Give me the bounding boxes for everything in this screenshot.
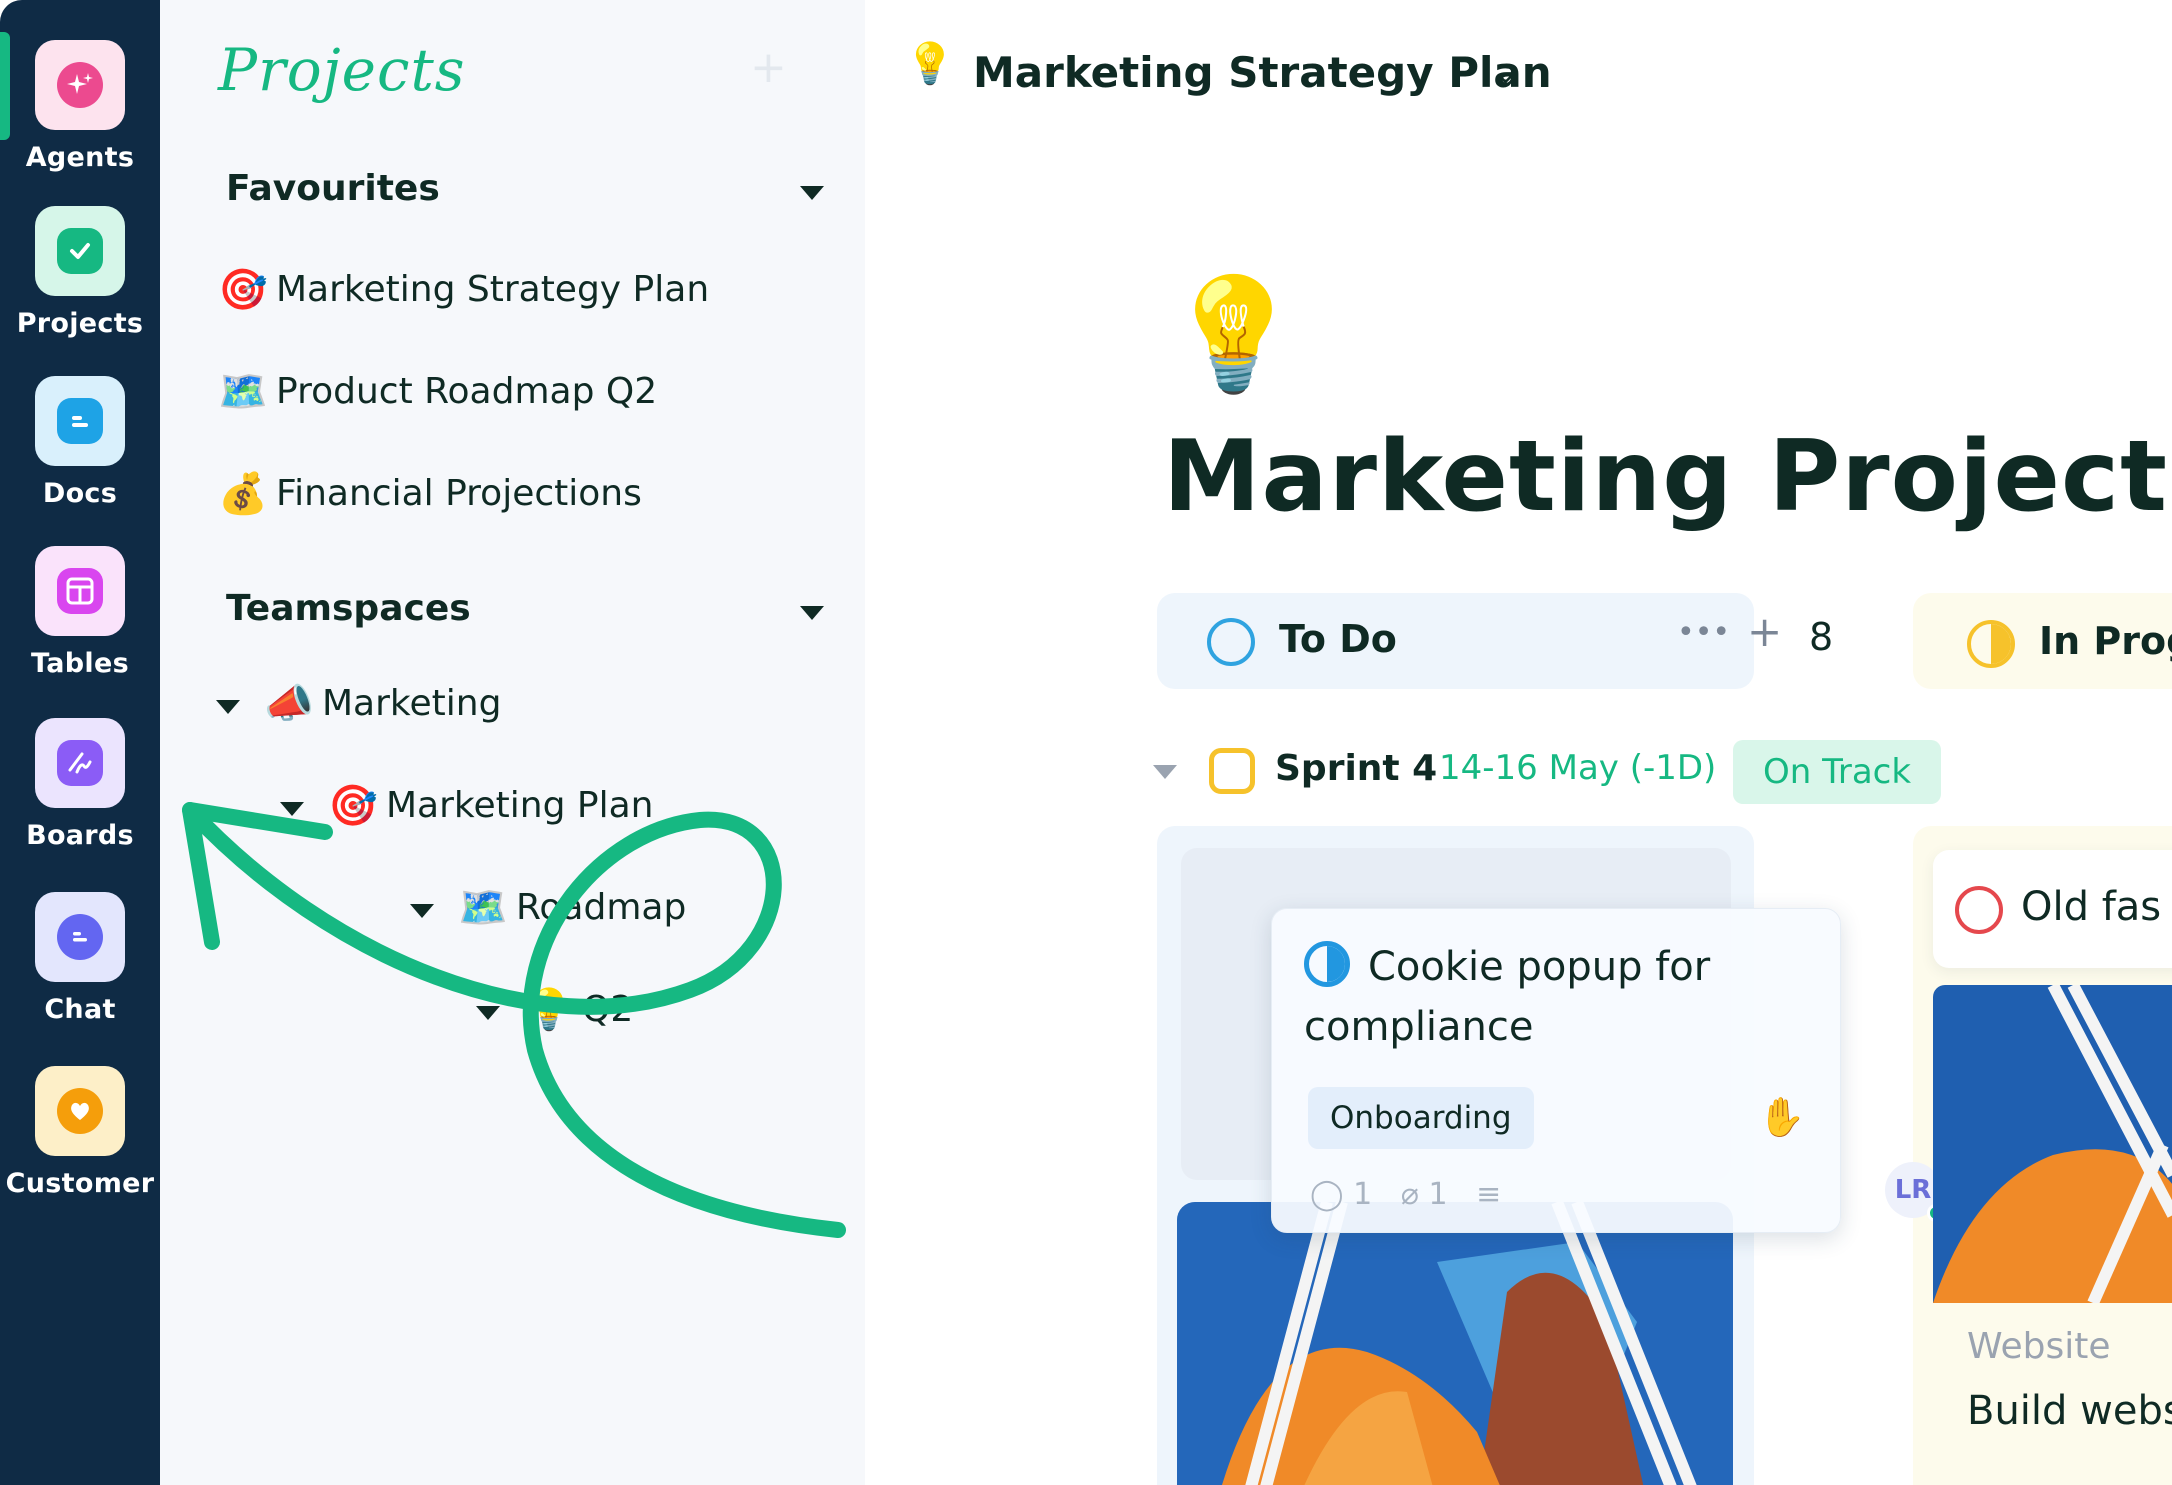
- table-icon: [57, 568, 103, 614]
- tree-caret-icon[interactable]: [476, 1006, 500, 1020]
- projects-sidebar: Projects + Favourites 🎯 Marketing Strate…: [160, 0, 865, 1485]
- tree-caret-icon[interactable]: [216, 700, 240, 714]
- sprint-status-icon: [1209, 748, 1255, 794]
- red-status-icon: [1955, 886, 2003, 934]
- tree-item-marketing-plan[interactable]: 🎯 Marketing Plan: [328, 782, 653, 829]
- favourites-header[interactable]: Favourites: [226, 168, 440, 209]
- favourite-label: Product Roadmap Q2: [276, 371, 658, 412]
- sprint-name[interactable]: Sprint 4: [1275, 748, 1437, 789]
- column-label: To Do: [1279, 617, 1397, 661]
- map-icon: 🗺️: [458, 885, 508, 931]
- tree-item-marketing[interactable]: 📣 Marketing: [264, 680, 501, 727]
- column-count: 8: [1809, 615, 1834, 659]
- sprint-status-badge[interactable]: On Track: [1733, 740, 1941, 804]
- sidebar-title: Projects: [218, 36, 466, 104]
- rail-label: Customer: [5, 1168, 155, 1199]
- main-content: 💡 Marketing Strategy Plan ⌄ 💡 Marketing …: [865, 0, 2172, 1485]
- card-title: Build webs campaign: [1967, 1388, 2172, 1434]
- tree-item-q2[interactable]: 💡 Q2: [524, 986, 633, 1033]
- tree-item-label: Marketing: [322, 683, 502, 724]
- attachment-count: 1: [1428, 1177, 1448, 1212]
- rail-item-customer[interactable]: Customer: [0, 1066, 160, 1199]
- app-window: Agents Projects Docs Tables Boards Chat …: [0, 0, 2172, 1485]
- rail-item-tables[interactable]: Tables: [0, 546, 160, 679]
- favourite-label: Financial Projections: [276, 473, 642, 514]
- rail-item-docs[interactable]: Docs: [0, 376, 160, 509]
- in-progress-status-icon: [1967, 620, 2015, 668]
- app-rail: Agents Projects Docs Tables Boards Chat …: [0, 0, 160, 1485]
- map-icon: 🗺️: [218, 369, 268, 415]
- page-emoji-bulb-icon[interactable]: 💡: [1165, 270, 1302, 399]
- column-label: In Prog: [2039, 619, 2172, 663]
- tree-item-label: Roadmap: [516, 887, 687, 928]
- tables-tile: [35, 546, 125, 636]
- card-cover-image[interactable]: [1933, 985, 2172, 1303]
- target-icon: 🎯: [218, 267, 268, 313]
- add-card-icon[interactable]: +: [1747, 607, 1782, 656]
- tree-caret-icon[interactable]: [280, 802, 304, 816]
- rail-item-agents[interactable]: Agents: [0, 40, 160, 173]
- card-category: Website: [1967, 1326, 2111, 1367]
- task-meta: ◯ 1 ⌀ 1 ≡: [1310, 1177, 1501, 1212]
- sprint-dates: 14-16 May (-1D): [1439, 748, 1717, 788]
- docs-tile: [35, 376, 125, 466]
- bulb-icon: 💡: [524, 987, 574, 1033]
- task-card[interactable]: Cookie popup for compliance Onboarding ✋…: [1271, 908, 1841, 1233]
- favourite-item[interactable]: 🎯 Marketing Strategy Plan: [218, 266, 709, 313]
- rail-label: Docs: [42, 478, 118, 509]
- description-icon: ≡: [1476, 1177, 1502, 1212]
- comment-count: 1: [1353, 1177, 1373, 1212]
- agents-tile: [35, 40, 125, 130]
- check-icon: [57, 228, 103, 274]
- favourite-label: Marketing Strategy Plan: [276, 269, 710, 310]
- task-tag[interactable]: Onboarding: [1308, 1087, 1534, 1149]
- rail-label: Chat: [44, 994, 116, 1025]
- target-icon: 🎯: [328, 783, 378, 829]
- todo-status-icon: [1207, 618, 1255, 666]
- tree-item-label: Marketing Plan: [386, 785, 654, 826]
- favourite-item[interactable]: 💰 Financial Projections: [218, 470, 642, 517]
- chat-icon: [57, 914, 103, 960]
- card-cover-image[interactable]: [1177, 1202, 1733, 1485]
- task-title: Cookie popup for compliance: [1304, 944, 1711, 1050]
- card-title: Old fas: [2021, 884, 2162, 930]
- pen-icon: [57, 740, 103, 786]
- doc-icon: [57, 398, 103, 444]
- money-bag-icon: 💰: [218, 471, 268, 517]
- teamspaces-caret-icon[interactable]: [800, 606, 824, 620]
- tree-item-roadmap[interactable]: 🗺️ Roadmap: [458, 884, 686, 931]
- boards-tile: [35, 718, 125, 808]
- sprint-caret-icon[interactable]: [1153, 765, 1177, 779]
- chevron-down-icon[interactable]: ⌄: [1493, 56, 1518, 91]
- rail-item-boards[interactable]: Boards: [0, 718, 160, 851]
- tree-item-label: Q2: [582, 989, 634, 1030]
- teamspaces-header[interactable]: Teamspaces: [226, 588, 471, 629]
- heart-icon: [57, 1088, 103, 1134]
- column-header-in-progress[interactable]: In Prog: [1913, 593, 2172, 689]
- chat-tile: [35, 892, 125, 982]
- bulb-icon: 💡: [905, 41, 955, 87]
- sparkle-icon: [57, 62, 103, 108]
- favourite-item[interactable]: 🗺️ Product Roadmap Q2: [218, 368, 657, 415]
- rail-label: Projects: [16, 308, 144, 339]
- rail-item-chat[interactable]: Chat: [0, 892, 160, 1025]
- rail-label: Tables: [31, 648, 129, 679]
- attachment-icon: ⌀: [1400, 1177, 1419, 1212]
- rail-label: Boards: [26, 820, 134, 851]
- breadcrumb-title[interactable]: Marketing Strategy Plan: [973, 48, 1552, 97]
- customer-tile: [35, 1066, 125, 1156]
- grab-hand-icon: ✋: [1758, 1095, 1806, 1139]
- tree-caret-icon[interactable]: [410, 904, 434, 918]
- favourites-caret-icon[interactable]: [800, 186, 824, 200]
- in-progress-card[interactable]: Old fas: [1933, 850, 2172, 968]
- page-title[interactable]: Marketing Project: [1163, 420, 2168, 534]
- column-header-todo[interactable]: To Do ••• + 8: [1157, 593, 1833, 689]
- more-icon[interactable]: •••: [1677, 615, 1730, 650]
- comment-icon: ◯: [1310, 1177, 1344, 1212]
- rail-label: Agents: [25, 142, 135, 173]
- megaphone-icon: 📣: [264, 681, 314, 727]
- rail-item-projects[interactable]: Projects: [0, 206, 160, 339]
- projects-tile: [35, 206, 125, 296]
- add-project-icon[interactable]: +: [750, 42, 787, 93]
